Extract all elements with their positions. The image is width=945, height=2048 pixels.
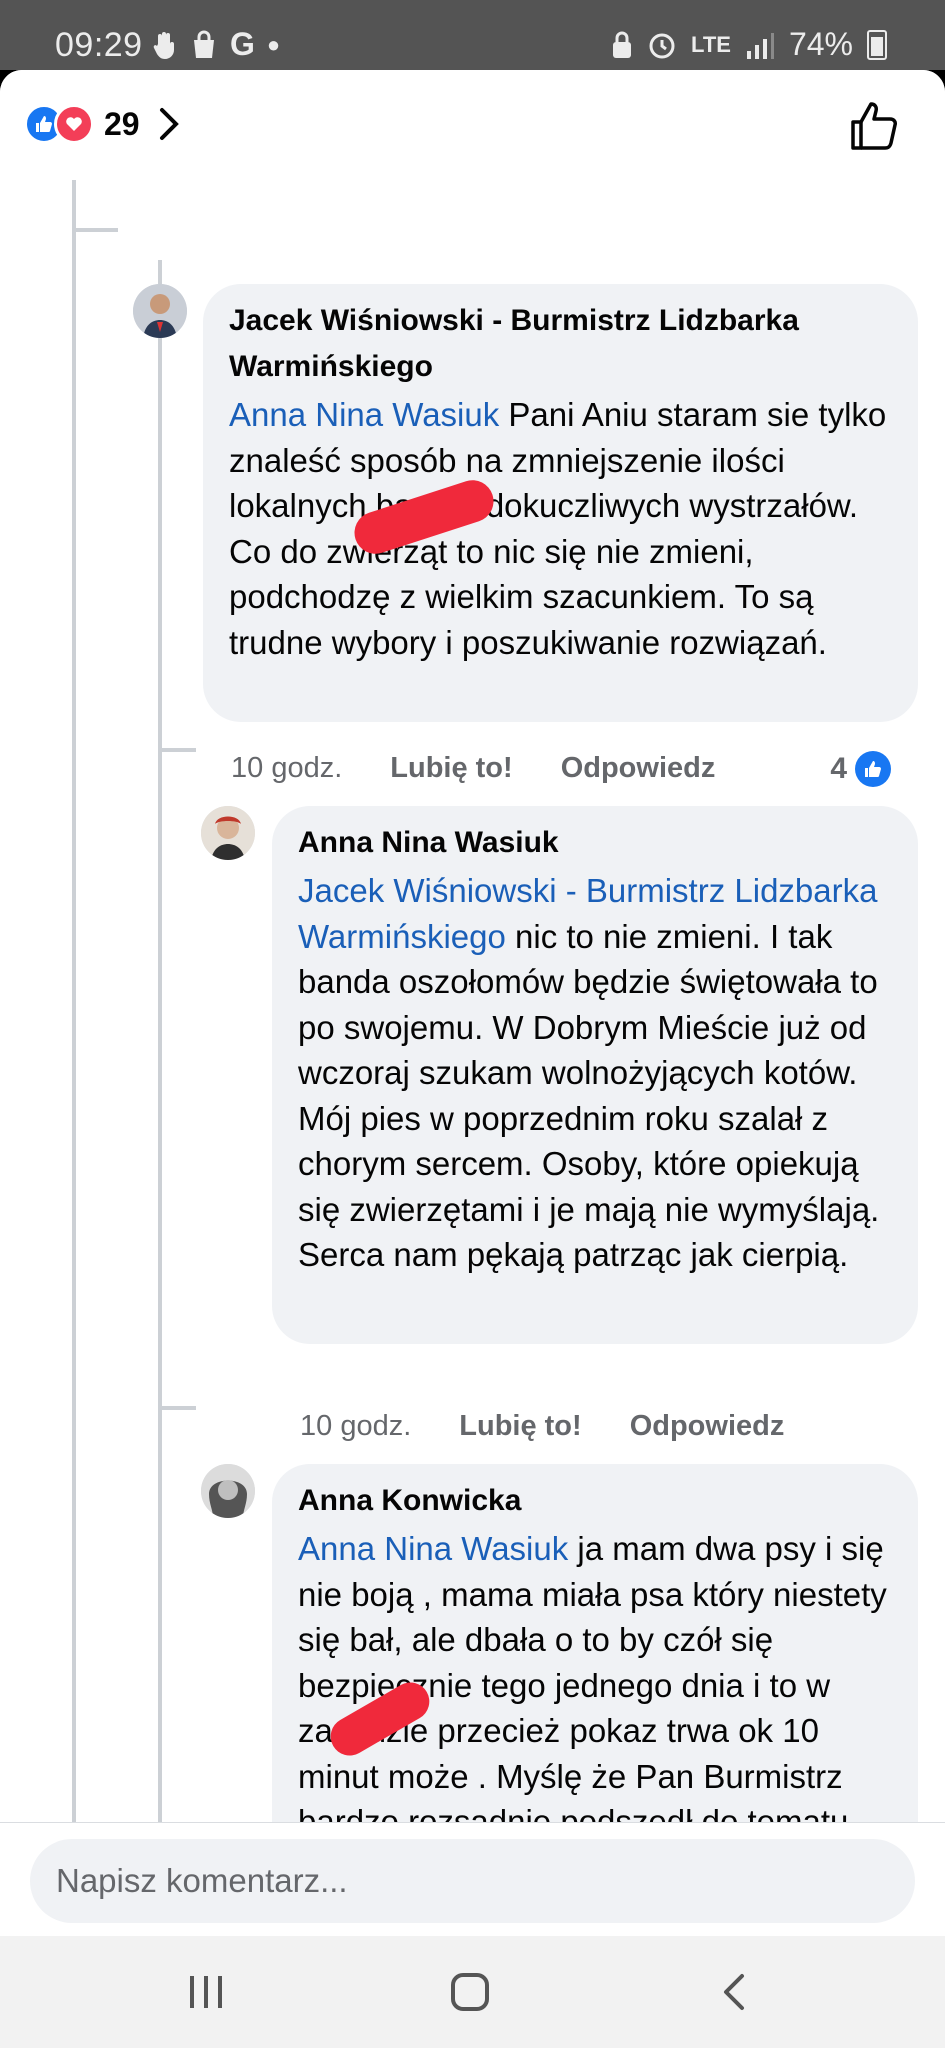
- avatar[interactable]: [201, 1464, 255, 1518]
- like-post-button[interactable]: [845, 98, 901, 154]
- comment-actions: 10 godz. Lubię to! Odpowiedz: [300, 1410, 832, 1443]
- comment-input[interactable]: Napisz komentarz...: [30, 1839, 915, 1923]
- dot-icon: ●: [266, 31, 281, 57]
- comment-actions: 10 godz. Lubię to! Odpowiedz 4: [231, 750, 921, 787]
- comment-bubble: Anna Nina Wasiuk Jacek Wiśniowski - Burm…: [272, 806, 918, 1344]
- like-comment-button[interactable]: Lubię to!: [390, 752, 512, 785]
- lte-label: LTE: [691, 31, 731, 57]
- battery-percent: 74%: [788, 26, 853, 62]
- reply-button[interactable]: Odpowiedz: [561, 752, 716, 785]
- hand-icon: [153, 31, 174, 59]
- love-icon: [54, 104, 94, 144]
- avatar[interactable]: [201, 806, 255, 860]
- reply-button[interactable]: Odpowiedz: [630, 1410, 785, 1443]
- status-bar: 09:29 G ● LTE 74%: [0, 0, 945, 70]
- lock-icon: [613, 31, 632, 58]
- comment-body: nic to nie zmieni. I tak banda oszołomów…: [298, 917, 880, 1274]
- notification-icons: G ●: [152, 26, 280, 63]
- comment-input-placeholder: Napisz komentarz...: [56, 1862, 348, 1899]
- reactions-summary[interactable]: 29: [24, 104, 184, 144]
- like-comment-button[interactable]: Lubię to!: [459, 1410, 581, 1443]
- comment-time: 10 godz.: [300, 1410, 412, 1442]
- clock: 09:29: [55, 26, 143, 64]
- like-icon: [855, 750, 891, 787]
- comment-text: Jacek Wiśniowski - Burmistrz Lidzbarka W…: [298, 868, 894, 1278]
- thread-line: [158, 260, 162, 1890]
- comment-author[interactable]: Anna Konwicka: [298, 1478, 894, 1524]
- reaction-count: 29: [104, 105, 140, 142]
- thread-line: [158, 748, 196, 752]
- alarm-icon: [649, 33, 675, 58]
- comment-author[interactable]: Jacek Wiśniowski - Burmistrz Lidzbarka W…: [229, 298, 894, 390]
- system-icons: LTE 74%: [611, 26, 887, 63]
- comment-body: Pani Aniu staram sie tylko znaleść sposó…: [229, 396, 887, 661]
- recent-apps-button[interactable]: [184, 1972, 228, 2012]
- google-icon: G: [230, 26, 255, 62]
- comment-like-count[interactable]: 4: [830, 750, 891, 787]
- mention-link[interactable]: Anna Nina Wasiuk: [298, 1530, 568, 1567]
- like-count-value: 4: [830, 751, 847, 785]
- comment-author[interactable]: Anna Nina Wasiuk: [298, 820, 894, 866]
- thread-line: [158, 1406, 196, 1410]
- comment-text: Anna Nina Wasiuk Pani Aniu staram sie ty…: [229, 392, 894, 665]
- avatar[interactable]: [133, 284, 187, 338]
- back-button[interactable]: [716, 1972, 752, 2012]
- comments-sheet: 29 Jacek Wiśniowski - Burmistrz Lidzbark…: [0, 70, 945, 1936]
- battery-icon: [867, 29, 887, 60]
- mention-link[interactable]: Anna Nina Wasiuk: [229, 396, 499, 433]
- reactions-header: 29: [0, 70, 945, 180]
- thread-line: [72, 228, 118, 232]
- chevron-right-icon[interactable]: [154, 104, 184, 144]
- comment-composer-bar: Napisz komentarz...: [0, 1822, 945, 1936]
- system-nav-bar: [0, 1936, 945, 2048]
- comment-time: 10 godz.: [231, 752, 343, 784]
- bag-icon: [194, 30, 214, 58]
- signal-icon: [746, 32, 774, 59]
- comment-thread: Jacek Wiśniowski - Burmistrz Lidzbarka W…: [0, 170, 945, 1890]
- home-button[interactable]: [448, 1972, 492, 2012]
- comment-bubble: Jacek Wiśniowski - Burmistrz Lidzbarka W…: [203, 284, 918, 722]
- thread-line: [72, 170, 76, 1890]
